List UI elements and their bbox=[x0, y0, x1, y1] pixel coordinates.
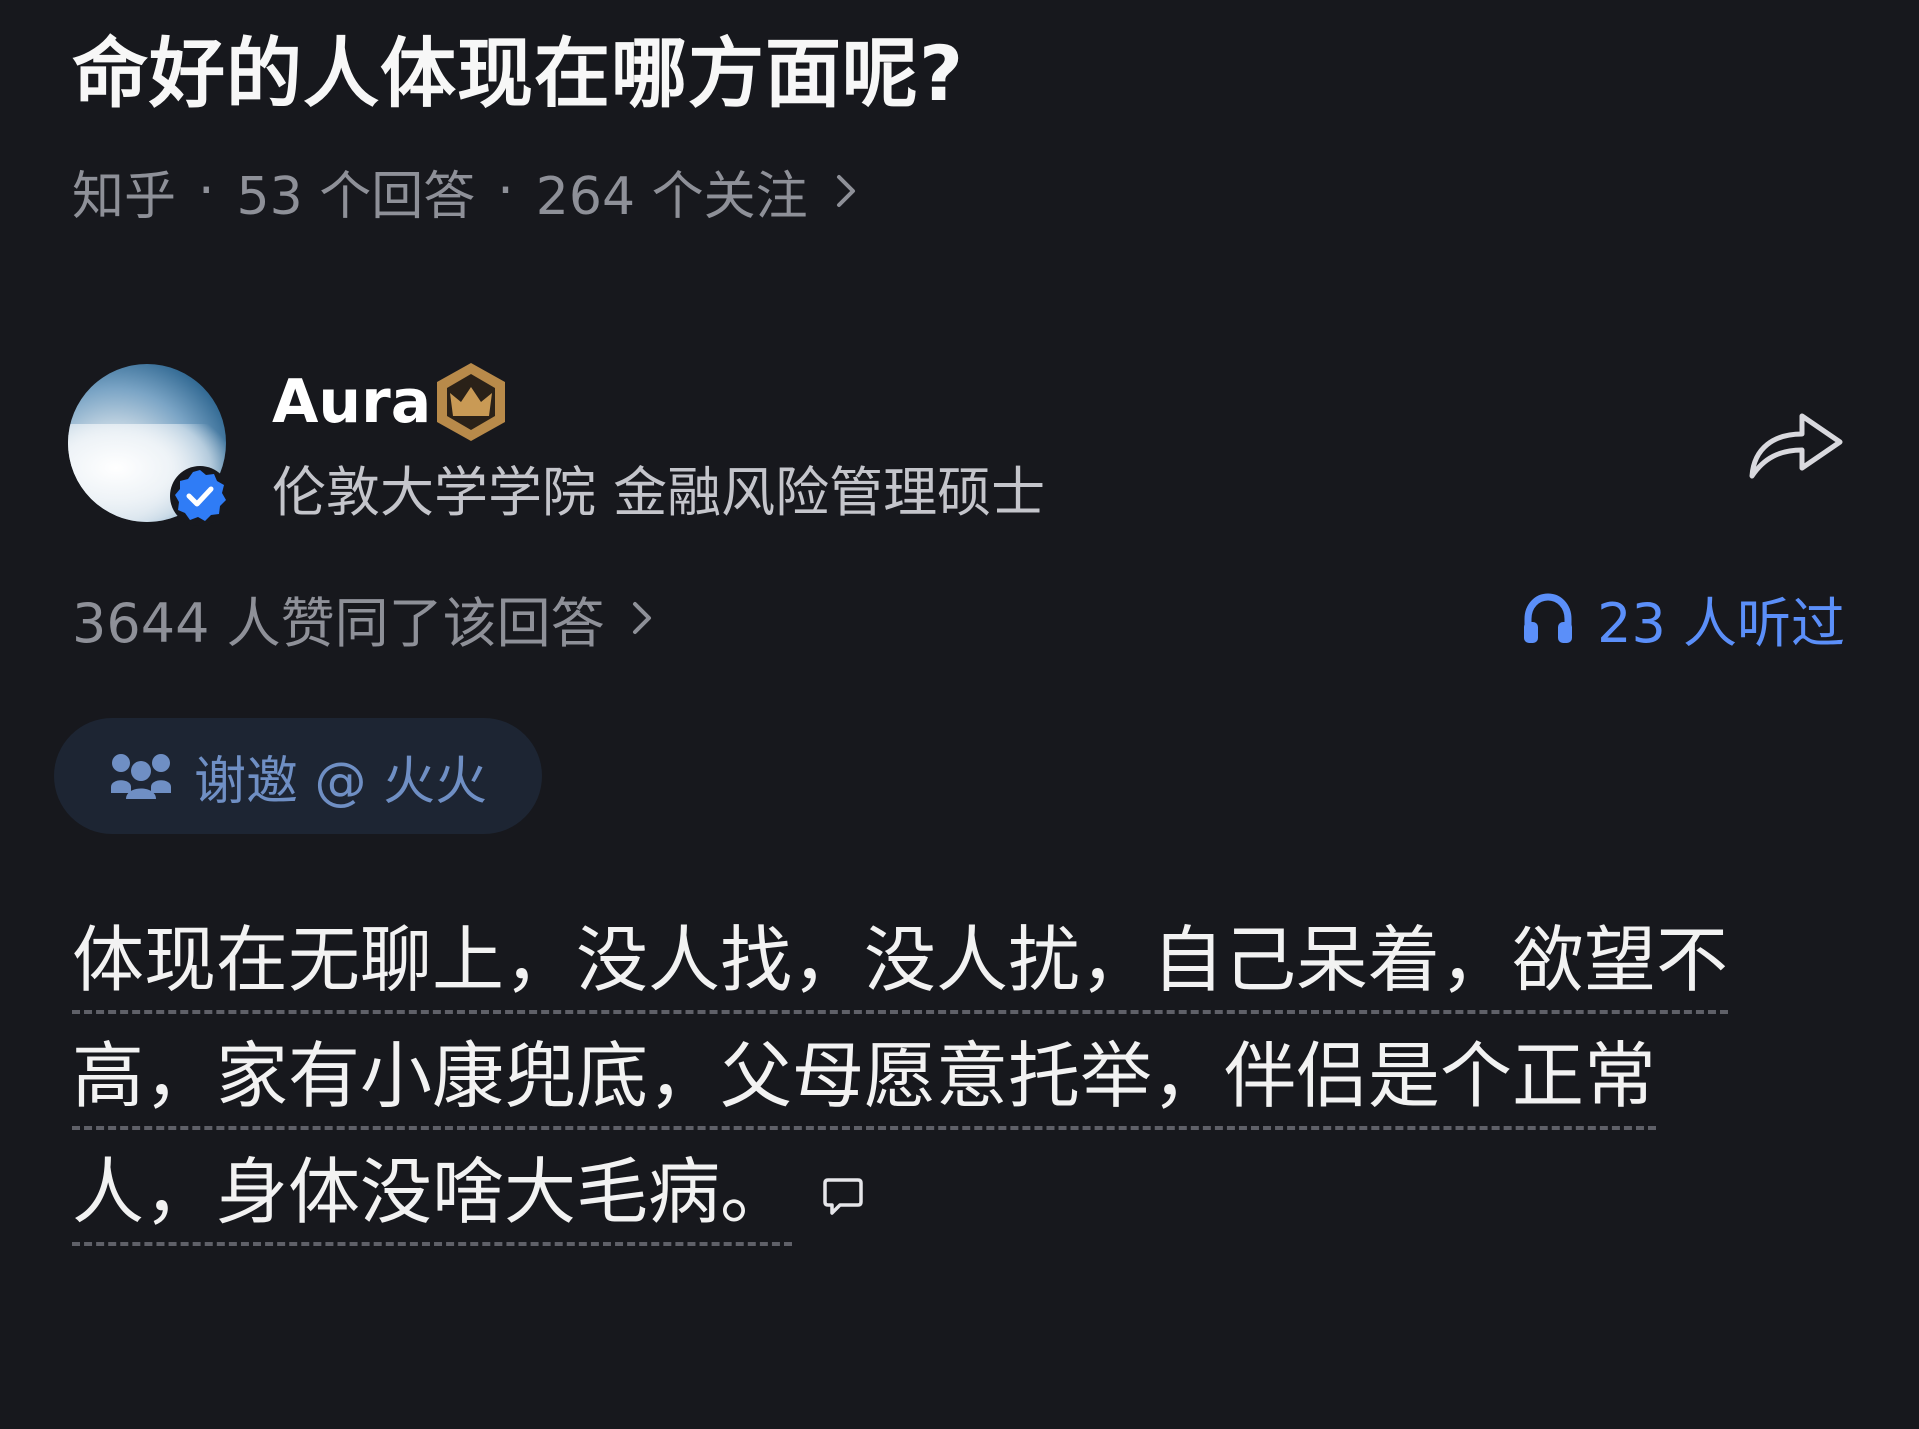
author-bio: 伦敦大学学院 金融风险管理硕士 bbox=[272, 461, 1046, 524]
question-title: 命好的人体现在哪方面呢? bbox=[72, 29, 965, 118]
source-label: 知乎 bbox=[72, 166, 177, 227]
listened-count: 23 人听过 bbox=[1597, 591, 1845, 655]
answer-line: 人，身体没啥大毛病。 bbox=[72, 1144, 1792, 1260]
chevron-right-icon bbox=[632, 602, 651, 634]
invite-label: 谢邀 @ 火火 bbox=[194, 751, 488, 812]
answer-text: 高，家有小康兜底，父母愿意托举，伴侣是个正常 bbox=[72, 1034, 1657, 1130]
question-meta[interactable]: 知乎 · 53 个回答 · 264 个关注 bbox=[72, 160, 860, 227]
share-button[interactable] bbox=[1746, 400, 1848, 484]
headphones-icon bbox=[1524, 593, 1573, 643]
listened-count-link[interactable]: 23 人听过 bbox=[1521, 586, 1845, 655]
meta-separator: · bbox=[198, 161, 215, 221]
crown-badge-icon bbox=[437, 363, 505, 441]
author-name[interactable]: Aura bbox=[272, 364, 431, 440]
answer-text: 体现在无聊上，没人找，没人扰，自己呆着，欲望不 bbox=[72, 918, 1729, 1014]
answer-line: 体现在无聊上，没人找，没人扰，自己呆着，欲望不 bbox=[72, 912, 1792, 1028]
followers-count: 264 个关注 bbox=[535, 166, 808, 227]
answers-count: 53 个回答 bbox=[236, 166, 476, 227]
upvote-count: 3644 人赞同了该回答 bbox=[72, 591, 605, 655]
chevron-right-icon bbox=[836, 175, 855, 207]
answer-content: 体现在无聊上，没人找，没人扰，自己呆着，欲望不 高，家有小康兜底，父母愿意托举，… bbox=[72, 912, 1792, 1260]
people-icon bbox=[111, 754, 171, 799]
invite-chip[interactable]: 谢邀 @ 火火 bbox=[54, 718, 542, 834]
upvote-count-link[interactable]: 3644 人赞同了该回答 bbox=[72, 586, 655, 655]
comment-icon[interactable] bbox=[822, 1175, 864, 1217]
answer-text: 人，身体没啥大毛病。 bbox=[72, 1150, 793, 1246]
answer-line: 高，家有小康兜底，父母愿意托举，伴侣是个正常 bbox=[72, 1028, 1792, 1144]
verified-badge-icon bbox=[170, 466, 230, 526]
share-icon bbox=[1749, 413, 1843, 479]
meta-separator: · bbox=[497, 161, 514, 221]
